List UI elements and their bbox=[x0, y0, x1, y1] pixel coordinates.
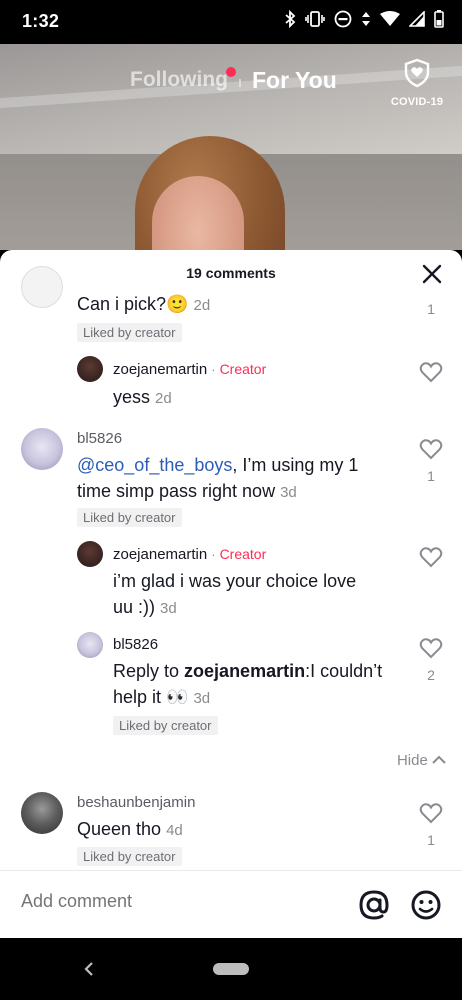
heart-outline-icon bbox=[419, 547, 443, 568]
like-count: 1 bbox=[427, 301, 435, 317]
comment-username[interactable]: zoejanemartin · Creator bbox=[113, 361, 266, 378]
battery-icon bbox=[434, 10, 444, 28]
liked-by-creator-badge: Liked by creator bbox=[77, 508, 182, 527]
vibrate-icon bbox=[305, 11, 325, 27]
comment-time: 4d bbox=[166, 822, 183, 839]
avatar[interactable] bbox=[21, 428, 63, 470]
wifi-icon bbox=[380, 11, 400, 26]
reply-target-username[interactable]: zoejanemartin bbox=[184, 661, 305, 681]
live-indicator-dot bbox=[226, 67, 236, 77]
comment-text: Can i pick?🙂 2d bbox=[77, 291, 210, 319]
avatar[interactable] bbox=[77, 541, 103, 567]
comment-username[interactable]: bl5826 bbox=[77, 430, 122, 447]
comment-username[interactable]: zoejanemartin · Creator bbox=[113, 546, 266, 563]
comment-text: yess 2d bbox=[113, 384, 172, 412]
liked-by-creator-badge: Liked by creator bbox=[113, 716, 218, 735]
hide-label: Hide bbox=[396, 752, 428, 769]
liked-by-creator-badge: Liked by creator bbox=[77, 847, 182, 866]
home-pill[interactable] bbox=[213, 963, 249, 975]
like-button[interactable] bbox=[418, 361, 444, 388]
separator: · bbox=[211, 362, 216, 377]
comment-text: @ceo_of_the_boys, I’m using my 1 time si… bbox=[77, 452, 377, 506]
comment-body: yess bbox=[113, 387, 151, 407]
comment-body-line2: uu :)) bbox=[113, 597, 156, 617]
bluetooth-icon bbox=[285, 10, 296, 28]
avatar[interactable] bbox=[77, 632, 103, 658]
creator-tag: Creator bbox=[219, 546, 267, 562]
comment-count: 19 comments bbox=[186, 265, 276, 281]
comment-text: Queen tho 4d bbox=[77, 816, 183, 844]
like-area: 1 bbox=[418, 298, 444, 317]
like-count: 1 bbox=[427, 832, 435, 848]
comment-body: i’m glad i was your choice love bbox=[113, 571, 357, 591]
username-text[interactable]: zoejanemartin bbox=[113, 546, 207, 563]
heart-outline-icon bbox=[419, 638, 443, 659]
tab-divider bbox=[239, 79, 241, 87]
comment-username[interactable]: bl5826 bbox=[113, 636, 158, 653]
tab-for-you[interactable]: For You bbox=[252, 67, 337, 94]
data-arrows-icon bbox=[362, 12, 370, 26]
heart-outline-icon bbox=[419, 803, 443, 824]
system-nav-bar bbox=[0, 938, 462, 1000]
avatar[interactable] bbox=[21, 266, 63, 308]
sheet-header: 19 comments bbox=[0, 250, 462, 296]
chevron-up-icon bbox=[432, 755, 446, 764]
emoji-icon[interactable] bbox=[410, 889, 442, 921]
add-comment-bar bbox=[0, 870, 462, 938]
comment-body: , I’m using my 1 bbox=[232, 455, 359, 475]
status-time: 1:32 bbox=[22, 11, 60, 31]
comment-time: 2d bbox=[155, 390, 172, 407]
like-button[interactable] bbox=[418, 546, 444, 573]
comment-body-line2: time simp pass right now bbox=[77, 481, 276, 501]
covid-label: COVID-19 bbox=[390, 96, 444, 108]
comment-username[interactable]: beshaunbenjamin bbox=[77, 794, 195, 811]
heart-outline-icon bbox=[419, 439, 443, 460]
like-button[interactable]: 2 bbox=[418, 637, 444, 683]
shield-heart-icon bbox=[404, 58, 430, 88]
avatar[interactable] bbox=[77, 356, 103, 382]
tab-following[interactable]: Following bbox=[130, 68, 228, 92]
comment-text: i’m glad i was your choice love uu :)) 3… bbox=[113, 568, 403, 622]
comment-time: 3d bbox=[280, 484, 297, 501]
covid-info-button[interactable]: COVID-19 bbox=[386, 58, 448, 108]
add-comment-input[interactable] bbox=[21, 891, 341, 912]
like-button[interactable]: 1 bbox=[418, 802, 444, 848]
creator-tag: Creator bbox=[219, 361, 267, 377]
comment-text: Reply to zoejanemartin:I couldn’t help i… bbox=[113, 658, 403, 712]
username-text[interactable]: zoejanemartin bbox=[113, 361, 207, 378]
comment-time: 3d bbox=[193, 690, 211, 707]
mention-at-icon[interactable] bbox=[358, 889, 390, 921]
do-not-disturb-icon bbox=[334, 10, 352, 28]
comment-body: :I couldn’t bbox=[305, 661, 383, 681]
avatar[interactable] bbox=[21, 792, 63, 834]
mention-link[interactable]: @ceo_of_the_boys bbox=[77, 455, 232, 475]
separator: · bbox=[211, 547, 216, 562]
like-count: 2 bbox=[427, 667, 435, 683]
like-button[interactable]: 1 bbox=[418, 438, 444, 484]
comment-body-line2: help it 👀 bbox=[113, 687, 189, 707]
hide-replies-button[interactable]: Hide bbox=[397, 752, 446, 769]
heart-outline-icon bbox=[419, 362, 443, 383]
comment-time: 3d bbox=[160, 600, 177, 617]
liked-by-creator-badge: Liked by creator bbox=[77, 323, 182, 342]
comment-body: Can i pick? bbox=[77, 294, 167, 314]
cell-signal-icon bbox=[409, 11, 425, 27]
status-icons bbox=[284, 10, 444, 28]
comments-sheet: 19 comments Can i pick?🙂 2d Liked by cre… bbox=[0, 250, 462, 938]
comment-time: 2d bbox=[193, 297, 211, 314]
close-icon[interactable] bbox=[422, 264, 442, 284]
status-bar: 1:32 bbox=[0, 0, 462, 44]
comment-body: Queen tho bbox=[77, 819, 162, 839]
smile-emoji-icon: 🙂 bbox=[166, 294, 189, 314]
like-count: 1 bbox=[427, 468, 435, 484]
reply-prefix: Reply to bbox=[113, 661, 185, 681]
back-chevron-icon[interactable] bbox=[80, 960, 98, 978]
